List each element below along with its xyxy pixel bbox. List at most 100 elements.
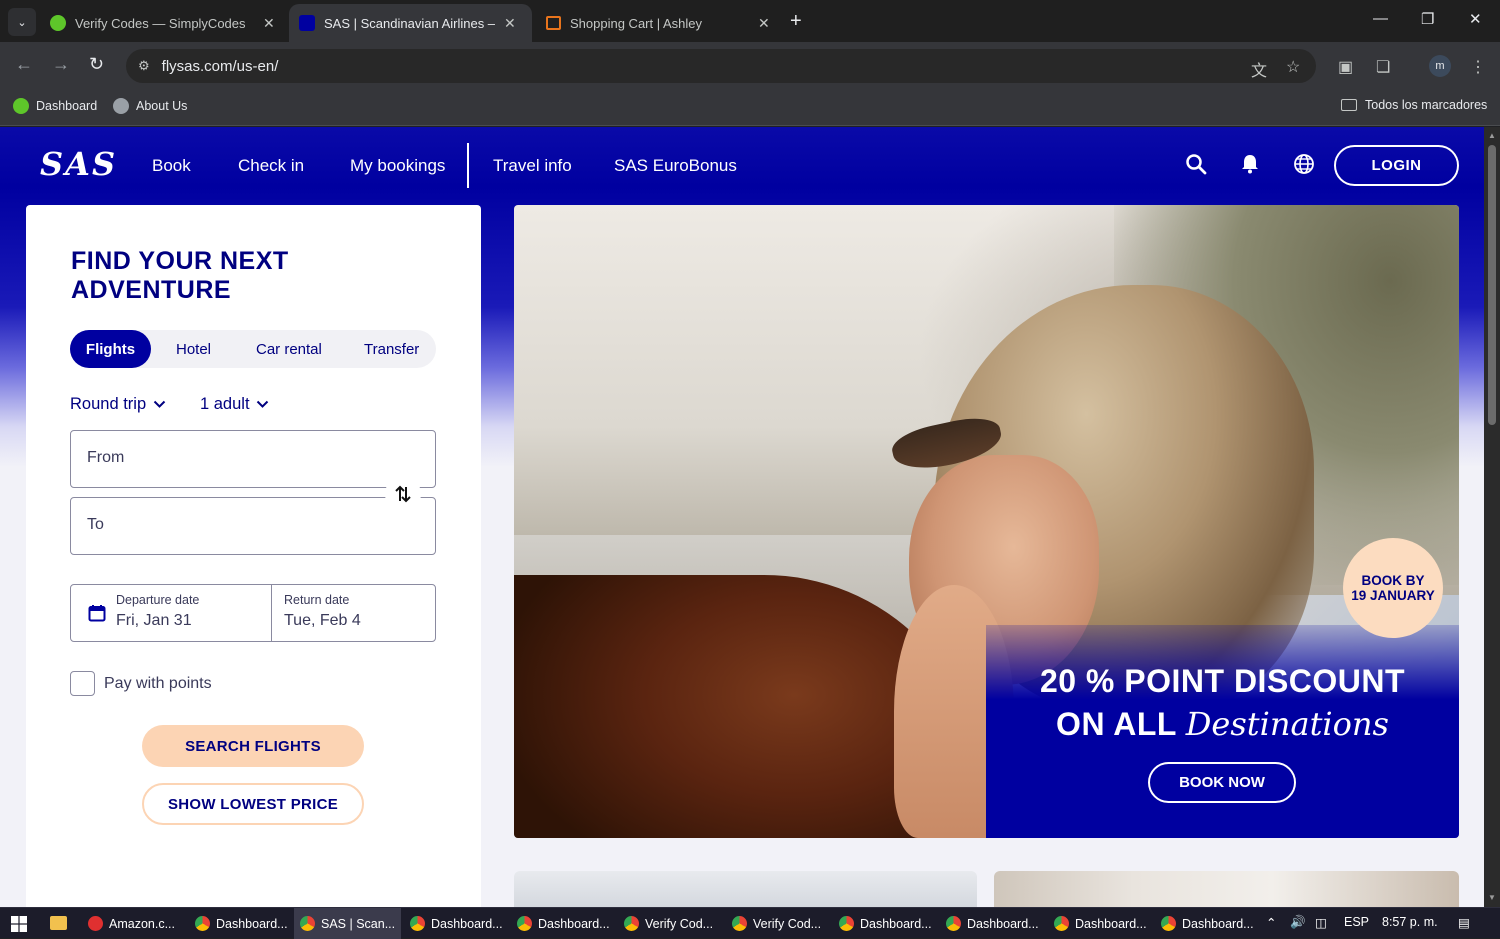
notification-bell-icon[interactable] xyxy=(1240,153,1260,180)
passengers-select[interactable]: 1 adult xyxy=(200,395,269,414)
restore-icon[interactable]: ❐ xyxy=(1421,10,1434,28)
profile-avatar[interactable]: m xyxy=(1429,55,1451,77)
departure-value[interactable]: Fri, Jan 31 xyxy=(116,612,192,630)
swap-airports-button[interactable] xyxy=(385,476,421,512)
tab-hotel[interactable]: Hotel xyxy=(176,330,211,368)
taskbar-item-amazon[interactable]: Amazon.c... xyxy=(82,908,181,939)
more-menu-icon[interactable]: ⋮ xyxy=(1470,57,1486,77)
to-field[interactable]: To xyxy=(70,497,436,555)
scrollbar-thumb[interactable] xyxy=(1488,145,1496,425)
windows-start-icon[interactable] xyxy=(11,916,27,937)
extension-icon[interactable]: ▣ xyxy=(1338,57,1353,77)
taskbar-item-dashboard[interactable]: Dashboard... xyxy=(511,908,616,939)
file-explorer-icon[interactable] xyxy=(50,916,67,930)
from-field[interactable]: From xyxy=(70,430,436,488)
browser-tab-ashley[interactable]: Shopping Cart | Ashley ✕ xyxy=(536,4,780,42)
taskbar-item-dashboard[interactable]: Dashboard... xyxy=(833,908,938,939)
address-bar[interactable]: ⚙ flysas.com/us-en/ xyxy=(126,49,1316,83)
close-tab-icon[interactable]: ✕ xyxy=(263,15,275,32)
taskbar-label: Dashboard... xyxy=(1182,916,1254,931)
chrome-icon xyxy=(732,916,747,931)
volume-icon[interactable]: 🔊 xyxy=(1290,915,1306,930)
bookmark-about-us[interactable]: About Us xyxy=(113,98,187,114)
taskbar-label: SAS | Scan... xyxy=(321,916,396,931)
show-lowest-price-button[interactable]: SHOW LOWEST PRICE xyxy=(142,783,364,825)
search-heading: FIND YOUR NEXT ADVENTURE xyxy=(71,247,371,305)
chrome-icon xyxy=(839,916,854,931)
reload-icon[interactable]: ↻ xyxy=(89,54,104,75)
extensions-puzzle-icon[interactable]: ❏ xyxy=(1376,57,1390,77)
url-text[interactable]: flysas.com/us-en/ xyxy=(162,58,279,75)
forward-icon[interactable]: → xyxy=(52,54,70,75)
language-globe-icon[interactable] xyxy=(1293,153,1315,180)
promo-bold-text: ON ALL xyxy=(1056,706,1177,742)
book-now-button[interactable]: BOOK NOW xyxy=(1148,762,1296,803)
all-bookmarks[interactable]: Todos los marcadores xyxy=(1341,98,1487,112)
new-tab-button[interactable]: + xyxy=(790,10,802,33)
nav-divider xyxy=(467,143,469,188)
tab-title: Verify Codes — SimplyCodes xyxy=(75,15,246,31)
nav-travel-info[interactable]: Travel info xyxy=(493,156,572,176)
pay-with-points-checkbox[interactable] xyxy=(70,671,95,696)
simplycodes-icon xyxy=(50,15,66,31)
nav-check-in[interactable]: Check in xyxy=(238,156,304,176)
taskbar-item-sas[interactable]: SAS | Scan... xyxy=(294,908,402,939)
translate-icon[interactable]: 文 xyxy=(1251,57,1267,81)
taskbar-label: Dashboard... xyxy=(1075,916,1147,931)
close-tab-icon[interactable]: ✕ xyxy=(758,15,770,32)
taskbar-item-dashboard[interactable]: Dashboard... xyxy=(404,908,509,939)
tray-overflow-icon[interactable]: ⌃ xyxy=(1266,915,1276,930)
network-icon[interactable]: ◫ xyxy=(1315,915,1327,930)
folder-icon xyxy=(1341,99,1357,111)
close-window-icon[interactable]: ✕ xyxy=(1469,10,1482,28)
tab-transfer[interactable]: Transfer xyxy=(364,330,419,368)
minimize-icon[interactable]: — xyxy=(1373,10,1388,27)
sas-logo[interactable]: SAS xyxy=(40,145,117,183)
nav-my-bookings[interactable]: My bookings xyxy=(350,156,445,176)
date-divider xyxy=(271,585,272,641)
language-indicator[interactable]: ESP xyxy=(1344,915,1369,929)
return-value[interactable]: Tue, Feb 4 xyxy=(284,612,361,630)
tab-search-button[interactable]: ⌄ xyxy=(8,8,36,36)
browser-tab-sas[interactable]: SAS | Scandinavian Airlines – Book ✕ xyxy=(289,4,532,42)
promo-italic-text: Destinations xyxy=(1185,705,1389,743)
close-tab-icon[interactable]: ✕ xyxy=(504,15,516,32)
search-flights-button[interactable]: SEARCH FLIGHTS xyxy=(142,725,364,767)
notifications-icon[interactable]: ▤ xyxy=(1458,915,1470,930)
browser-tab-simplycodes[interactable]: Verify Codes — SimplyCodes ✕ xyxy=(40,4,286,42)
promo-subheadline: ON ALL Destinations xyxy=(986,705,1459,743)
taskbar-item-verify-codes[interactable]: Verify Cod... xyxy=(618,908,719,939)
departure-label: Departure date xyxy=(116,593,200,607)
bookmark-dashboard[interactable]: Dashboard xyxy=(13,98,97,114)
nav-eurobonus[interactable]: SAS EuroBonus xyxy=(614,156,737,176)
scroll-down-icon[interactable]: ▼ xyxy=(1488,893,1496,902)
taskbar-item-dashboard[interactable]: Dashboard... xyxy=(189,908,294,939)
site-settings-icon[interactable]: ⚙ xyxy=(138,58,150,74)
pay-with-points-label[interactable]: Pay with points xyxy=(104,675,212,693)
nav-book[interactable]: Book xyxy=(152,156,191,176)
chrome-icon xyxy=(195,916,210,931)
taskbar-item-dashboard[interactable]: Dashboard... xyxy=(1048,908,1153,939)
offer-card-2[interactable] xyxy=(994,871,1459,907)
chrome-icon xyxy=(624,916,639,931)
back-icon[interactable]: ← xyxy=(15,54,33,75)
bookmark-star-icon[interactable]: ☆ xyxy=(1286,57,1300,77)
trip-type-select[interactable]: Round trip xyxy=(70,395,166,414)
taskbar-item-verify-codes[interactable]: Verify Cod... xyxy=(726,908,827,939)
badge-line-1: BOOK BY xyxy=(1361,573,1425,588)
all-bookmarks-label: Todos los marcadores xyxy=(1365,98,1488,112)
clock[interactable]: 8:57 p. m. xyxy=(1382,915,1438,929)
offer-card-1[interactable] xyxy=(514,871,977,907)
date-picker[interactable]: Departure date Fri, Jan 31 Return date T… xyxy=(70,584,436,642)
page-scrollbar[interactable]: ▲ ▼ xyxy=(1484,127,1500,907)
scroll-up-icon[interactable]: ▲ xyxy=(1488,131,1496,140)
taskbar-item-dashboard[interactable]: Dashboard... xyxy=(1155,908,1260,939)
search-icon[interactable] xyxy=(1185,153,1207,180)
tab-car-rental[interactable]: Car rental xyxy=(256,330,322,368)
login-button[interactable]: LOGIN xyxy=(1334,145,1459,186)
windows-taskbar: Amazon.c... Dashboard... SAS | Scan... D… xyxy=(0,907,1500,939)
bookmarks-bar: Dashboard About Us Todos los marcadores xyxy=(0,90,1500,126)
taskbar-item-dashboard[interactable]: Dashboard... xyxy=(940,908,1045,939)
return-label: Return date xyxy=(284,593,350,607)
tab-flights[interactable]: Flights xyxy=(70,330,151,368)
